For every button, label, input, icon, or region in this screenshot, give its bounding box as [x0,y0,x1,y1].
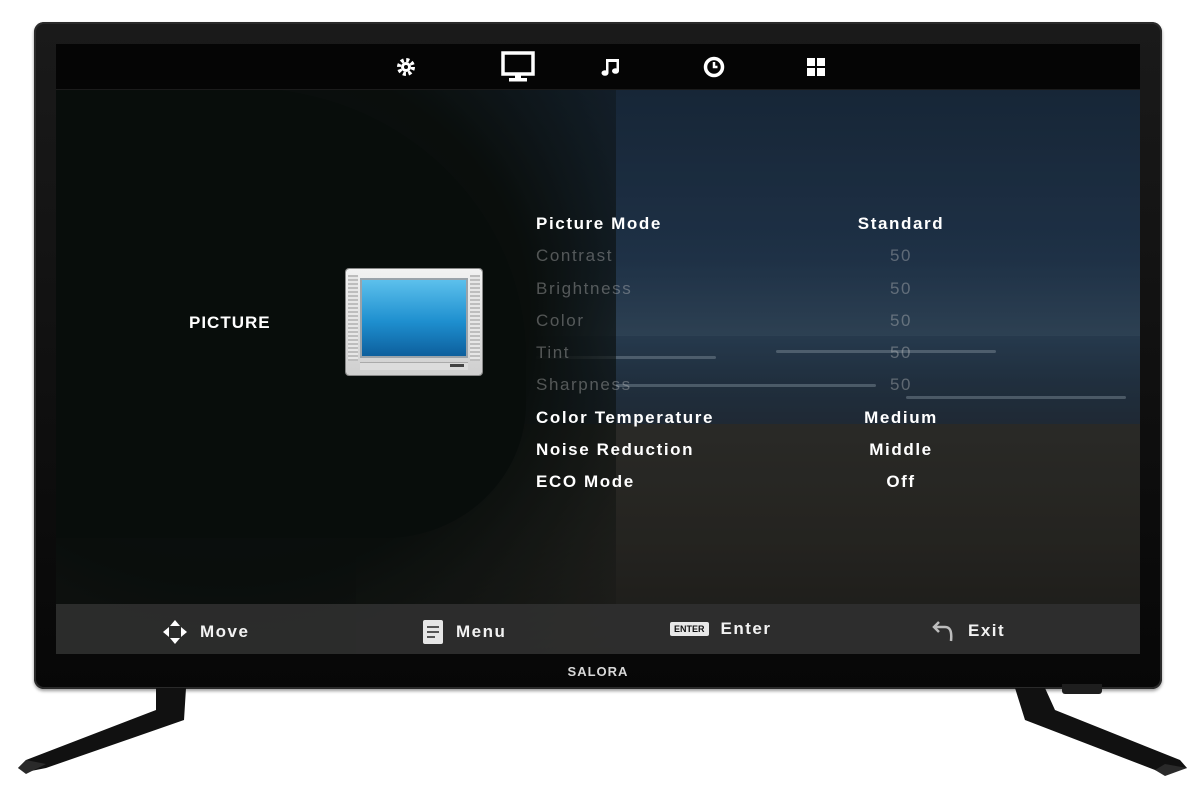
setting-label: Brightness [536,278,633,298]
setting-brightness: Brightness 50 [536,277,1016,309]
setting-label: Noise Reduction [536,440,695,460]
tab-features[interactable] [796,48,836,86]
help-bar: Move Menu ENTER Enter Exit [56,604,1140,654]
menu-tab-bar [56,44,1140,90]
dpad-arrows-icon [163,620,187,644]
setting-value: Off [886,472,916,492]
setting-sharpness: Sharpness 50 [536,373,1016,405]
help-enter-label: Enter [720,619,772,638]
setting-value: 50 [889,246,913,266]
setting-label: Tint [536,343,571,363]
setting-value: Middle [869,440,933,460]
setting-contrast: Contrast 50 [536,244,1016,276]
setting-tint: Tint 50 [536,341,1016,373]
help-menu: Menu [422,619,506,645]
ir-sensor [1062,684,1102,694]
tv-picture-icon [346,269,482,375]
setting-color: Color 50 [536,309,1016,341]
monitor-icon [501,51,535,82]
picture-settings-list: Picture Mode Standard Contrast 50 Bright… [536,212,1016,503]
setting-color-temperature[interactable]: Color Temperature Medium [536,406,1016,438]
help-move-label: Move [200,622,250,641]
return-arrow-icon [932,621,953,642]
setting-value: 50 [889,310,913,330]
setting-picture-mode[interactable]: Picture Mode Standard [536,212,1016,244]
setting-label: ECO Mode [536,472,635,492]
help-exit: Exit [932,619,1005,643]
help-exit-label: Exit [968,621,1006,640]
section-title: PICTURE [189,313,271,332]
tab-time[interactable] [694,48,734,86]
tab-sound[interactable] [591,48,631,86]
setting-noise-reduction[interactable]: Noise Reduction Middle [536,438,1016,470]
tab-picture[interactable] [498,48,538,86]
setting-value: 50 [889,278,913,298]
help-move: Move [162,619,249,645]
setting-value: Standard [857,214,945,233]
setting-value: 50 [889,375,913,395]
help-menu-label: Menu [456,622,507,641]
setting-label: Color [536,310,585,330]
brand-logo: SALORA [567,664,629,679]
setting-label: Picture Mode [536,214,662,233]
setting-eco-mode[interactable]: ECO Mode Off [536,470,1016,502]
grid-icon [807,58,825,76]
help-enter: ENTER Enter [670,619,771,639]
tv-stand-left [18,688,186,774]
tv-screen: PICTURE Picture Mode Standard Contrast 5… [56,44,1140,654]
gear-icon [397,58,415,76]
clock-icon [703,56,725,78]
menu-icon [423,620,443,644]
setting-label: Contrast [536,246,614,266]
setting-label: Sharpness [536,375,632,395]
tv-stand-right [1015,688,1187,776]
music-note-icon [601,59,619,76]
enter-key-icon: ENTER [670,622,709,636]
setting-label: Color Temperature [536,407,715,427]
setting-value: Medium [864,407,938,427]
tab-setup[interactable] [386,48,426,86]
setting-value: 50 [889,343,913,363]
